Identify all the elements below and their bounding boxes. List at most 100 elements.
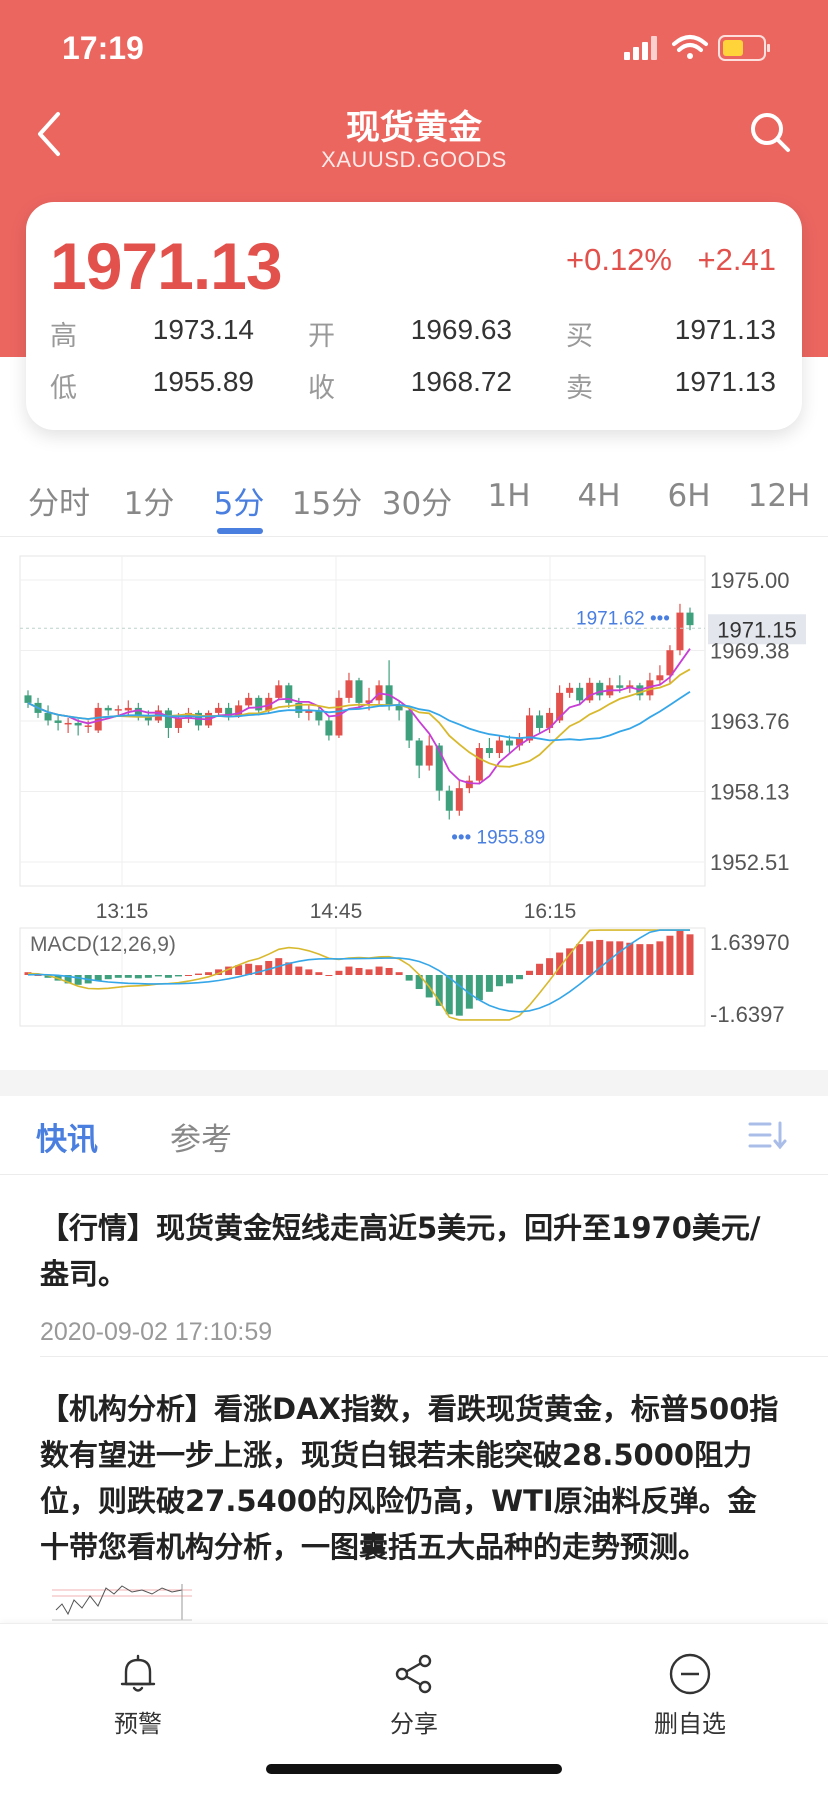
macd-bar	[134, 975, 142, 979]
tab-timeshare[interactable]: 分时	[16, 478, 102, 523]
list-sort-icon[interactable]	[748, 1120, 790, 1150]
macd-bar	[495, 975, 503, 987]
news-item-1[interactable]: 【行情】现货黄金短线走高近5美元，回升至1970美元/盎司。	[40, 1205, 780, 1297]
macd-bar	[395, 972, 403, 975]
candle-body	[215, 707, 223, 713]
news-tabs: 快讯 参考	[0, 1096, 828, 1175]
candle-body	[415, 740, 423, 766]
candle-body	[84, 725, 92, 727]
low-label: 低	[50, 373, 77, 404]
y-tick-label: 1958.13	[710, 780, 790, 805]
candle-body	[686, 612, 694, 626]
candle-body	[174, 717, 182, 728]
macd-bar	[475, 975, 483, 1001]
remove-watchlist-label: 删自选	[654, 1710, 726, 1738]
share-label: 分享	[390, 1710, 438, 1738]
candle-body	[64, 722, 72, 725]
close-label: 收	[308, 373, 335, 404]
macd-tick-top: 1.63970	[710, 930, 790, 955]
search-button[interactable]	[748, 110, 792, 154]
tab-1h[interactable]: 1H	[466, 478, 552, 514]
tab-15min[interactable]: 15分	[284, 478, 370, 523]
macd-bar	[666, 935, 674, 975]
candle-body	[255, 697, 263, 711]
alert-button[interactable]: 预警	[68, 1652, 208, 1739]
macd-bar	[335, 970, 343, 975]
share-button[interactable]: 分享	[344, 1652, 484, 1739]
macd-bar	[546, 958, 554, 975]
macd-bar	[345, 966, 353, 975]
tab-reference[interactable]: 参考	[170, 1114, 232, 1159]
candle-body	[616, 685, 624, 688]
macd-bar	[536, 963, 544, 975]
candle-body	[505, 740, 513, 746]
candle-body	[676, 612, 684, 651]
macd-bar	[375, 966, 383, 975]
tab-1min[interactable]: 1分	[106, 478, 192, 523]
macd-bar	[676, 930, 684, 975]
close-value: 1968.72	[410, 366, 512, 397]
high-value: 1973.14	[152, 314, 254, 345]
y-tick-label: 1963.76	[710, 709, 790, 734]
candle-body	[114, 709, 122, 711]
macd-bar	[184, 975, 192, 976]
macd-bar	[255, 965, 263, 975]
wifi-icon	[672, 35, 708, 59]
macd-bar	[646, 944, 654, 975]
macd-bar	[485, 975, 493, 992]
news-thumbnail[interactable]	[52, 1580, 192, 1624]
candlestick-chart[interactable]: 1971.151975.001969.381963.761958.131952.…	[0, 550, 828, 1030]
macd-bar	[526, 970, 534, 975]
tab-4h[interactable]: 4H	[556, 478, 642, 514]
macd-bar	[385, 967, 393, 975]
macd-bar	[616, 941, 624, 975]
tab-6h[interactable]: 6H	[646, 478, 732, 514]
candle-body	[495, 740, 503, 754]
tab-30min[interactable]: 30分	[374, 478, 460, 523]
macd-bar	[104, 975, 112, 980]
candle-body	[576, 687, 584, 701]
remove-watchlist-button[interactable]: 删自选	[620, 1652, 760, 1739]
candle-body	[24, 695, 32, 703]
macd-bar	[174, 975, 182, 977]
macd-tick-bottom: -1.6397	[710, 1002, 785, 1027]
candle-body	[345, 680, 353, 698]
macd-bar	[315, 972, 323, 975]
candle-body	[94, 707, 102, 731]
x-tick-label: 14:45	[310, 900, 363, 923]
macd-bar	[455, 975, 463, 1016]
candle-body	[355, 680, 363, 703]
macd-bar	[405, 975, 413, 981]
bid-label: 买	[566, 321, 593, 352]
ask-label: 卖	[566, 373, 593, 404]
candle-body	[44, 712, 52, 721]
macd-bar	[164, 975, 172, 978]
active-tab-indicator	[217, 528, 263, 534]
macd-bar	[586, 941, 594, 975]
tab-5min[interactable]: 5分	[196, 478, 282, 523]
signal-icon	[624, 36, 657, 60]
y-tick-label: 1975.00	[710, 568, 790, 593]
macd-bar	[576, 944, 584, 975]
news-time-1: 2020-09-02 17:10:59	[40, 1318, 273, 1346]
period-tabs: 分时 1分 5分 15分 30分 1H 4H 6H 12H	[0, 470, 828, 537]
macd-bar	[445, 975, 453, 1015]
tab-12h[interactable]: 12H	[736, 478, 822, 514]
section-separator	[0, 1070, 828, 1096]
candle-body	[164, 710, 172, 728]
search-icon	[751, 113, 790, 152]
macd-bar	[355, 967, 363, 975]
candle-body	[405, 710, 413, 741]
macd-bar	[195, 973, 203, 975]
low-value: 1955.89	[152, 366, 254, 397]
y-tick-label: 1969.38	[710, 638, 790, 663]
battery-icon	[718, 35, 770, 61]
news-item-2[interactable]: 【机构分析】看涨DAX指数，看跌现货黄金，标普500指数有望进一步上涨，现货白银…	[40, 1386, 780, 1570]
high-label: 高	[50, 321, 77, 352]
macd-bar	[636, 944, 644, 975]
candle-body	[425, 745, 433, 766]
low-marker-label: ••• 1955.89	[451, 828, 545, 849]
tab-flash-news[interactable]: 快讯	[36, 1114, 98, 1159]
x-tick-label: 16:15	[524, 900, 577, 923]
ask-value: 1971.13	[674, 366, 776, 397]
